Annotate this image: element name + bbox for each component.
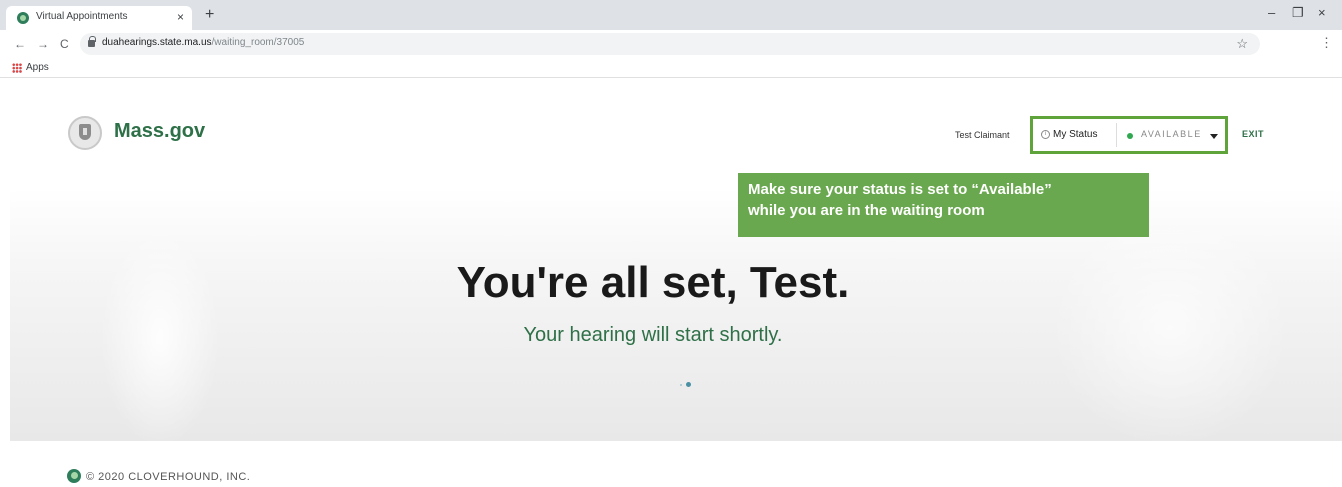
bookmarks-bar: Apps <box>0 58 1342 78</box>
favicon-icon <box>17 12 29 24</box>
footer-copyright: © 2020 CLOVERHOUND, INC. <box>86 471 251 483</box>
status-dot-icon <box>1127 133 1133 139</box>
forward-button[interactable]: → <box>37 37 49 51</box>
hero-title: You're all set, Test. <box>456 258 850 307</box>
page-header: Mass.gov Test Claimant i My Status AVAIL… <box>0 78 1342 188</box>
exit-link[interactable]: EXIT <box>1242 129 1264 139</box>
status-dropdown[interactable]: AVAILABLE <box>1141 129 1202 139</box>
brand-logo[interactable]: Mass.gov <box>114 120 205 143</box>
loading-dot <box>686 382 691 387</box>
url-path: /waiting_room/37005 <box>211 37 305 48</box>
url-text: duahearings.state.ma.us/waiting_room/370… <box>102 37 304 48</box>
reload-button[interactable]: C <box>60 37 69 51</box>
callout-line-2: while you are in the waiting room <box>748 202 985 219</box>
loading-dots-icon <box>680 382 694 388</box>
new-tab-button[interactable]: + <box>205 7 214 23</box>
browser-tab[interactable]: Virtual Appointments × <box>6 6 192 30</box>
status-label: My Status <box>1053 129 1098 140</box>
apps-grid-icon[interactable] <box>12 63 22 73</box>
cloverhound-logo-icon <box>67 469 81 483</box>
instruction-callout: Make sure your status is set to “Availab… <box>738 173 1149 237</box>
address-bar[interactable]: duahearings.state.ma.us/waiting_room/370… <box>80 33 1260 55</box>
lock-icon[interactable] <box>88 36 96 47</box>
url-host: duahearings.state.ma.us <box>102 37 212 48</box>
close-window-button[interactable]: × <box>1318 6 1326 20</box>
apps-bookmark[interactable]: Apps <box>26 62 49 73</box>
info-icon: i <box>1041 130 1050 139</box>
user-name: Test Claimant <box>955 130 1010 140</box>
status-selector[interactable]: i My Status AVAILABLE <box>1030 116 1228 154</box>
seal-icon <box>68 116 102 150</box>
back-button[interactable]: ← <box>14 37 26 51</box>
loading-dot <box>680 384 682 386</box>
restore-button[interactable]: ❐ <box>1292 6 1304 20</box>
callout-line-1: Make sure your status is set to “Availab… <box>748 181 1052 198</box>
caret-down-icon[interactable] <box>1210 134 1218 139</box>
close-tab-icon[interactable]: × <box>177 10 184 24</box>
tab-title: Virtual Appointments <box>36 11 128 22</box>
browser-tab-strip: Virtual Appointments × + – ❐ × <box>0 0 1342 30</box>
hero-subtitle: Your hearing will start shortly. <box>523 324 783 346</box>
bookmark-star-icon[interactable]: ☆ <box>1236 36 1248 52</box>
browser-toolbar: ← → C duahearings.state.ma.us/waiting_ro… <box>0 30 1342 58</box>
status-divider <box>1116 123 1117 147</box>
browser-menu-icon[interactable]: ⋮ <box>1320 36 1333 50</box>
minimize-button[interactable]: – <box>1268 6 1275 20</box>
